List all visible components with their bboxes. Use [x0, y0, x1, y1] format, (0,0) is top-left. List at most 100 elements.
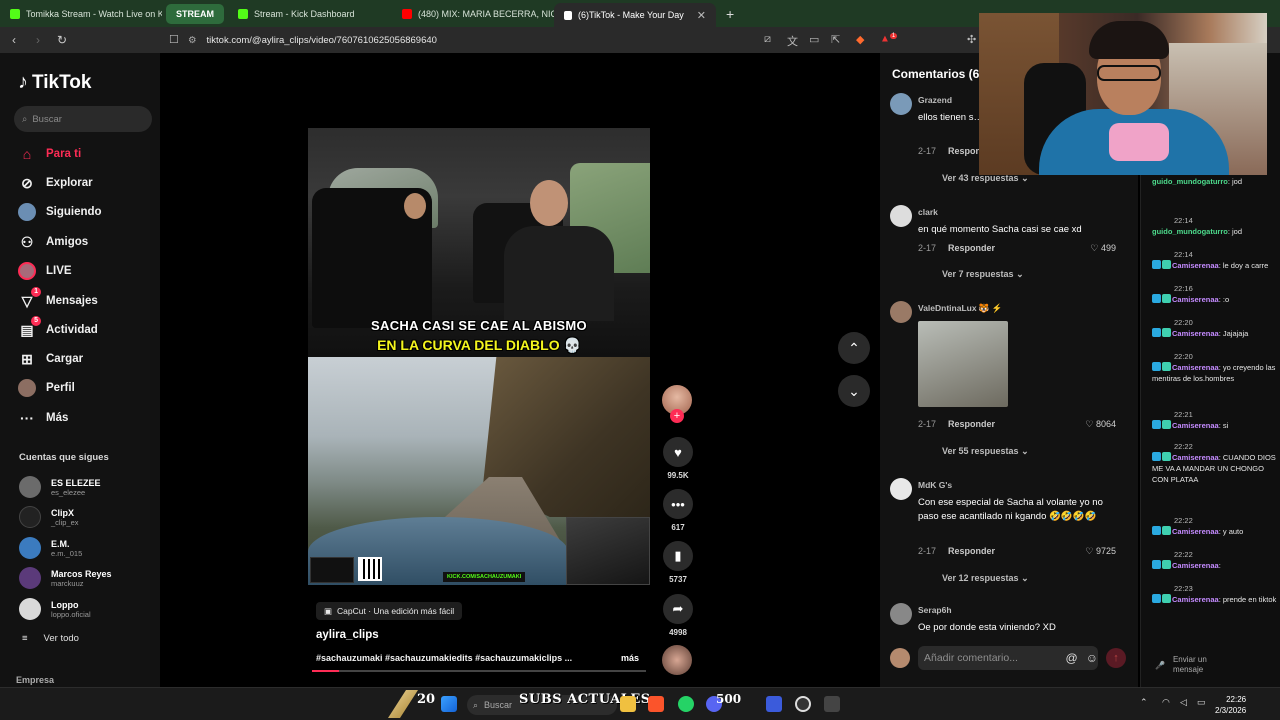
capcut-tag[interactable]: ▣ CapCut · Una edición más fácil — [316, 602, 463, 620]
avatar[interactable] — [890, 93, 912, 115]
comment-icon[interactable]: ••• — [663, 489, 693, 519]
nav-explorar[interactable]: ⊘ Explorar — [18, 174, 93, 192]
see-all-link[interactable]: ≡ Ver todo — [22, 633, 79, 644]
music-disc-icon[interactable] — [662, 645, 692, 675]
like-action[interactable]: ♥ 99.5K — [661, 437, 695, 480]
comment-user[interactable]: Grazend — [918, 95, 952, 105]
more-description-link[interactable]: más — [621, 653, 639, 663]
app-icon[interactable] — [824, 696, 840, 712]
windows-start-icon[interactable] — [441, 696, 457, 712]
chat-input-row[interactable]: 🎤 Enviar un mensaje — [1155, 650, 1271, 680]
video-hashtags[interactable]: #sachauzumaki #sachauzumakiedits #sachau… — [316, 653, 572, 663]
chat-username[interactable]: Camiserenaa — [1172, 363, 1219, 372]
chat-username[interactable]: Camiserenaa — [1172, 561, 1219, 570]
video-author[interactable]: aylira_clips — [316, 629, 379, 641]
new-tab-button[interactable]: + — [716, 6, 744, 22]
avatar[interactable] — [890, 205, 912, 227]
tab-youtube-mix[interactable]: (480) MIX: MARIA BECERRA, NICKI NICOLE — [392, 0, 554, 27]
chat-username[interactable]: Camiserenaa — [1172, 421, 1219, 430]
avatar[interactable] — [890, 301, 912, 323]
chat-username[interactable]: Camiserenaa — [1172, 329, 1219, 338]
comment-user[interactable]: MdK G's — [918, 480, 952, 490]
comment-sticker-image[interactable] — [918, 321, 1008, 407]
forward-icon[interactable]: › — [28, 33, 48, 47]
heart-icon[interactable]: ♥ — [663, 437, 693, 467]
following-account[interactable]: E.M. e.m._015 — [19, 537, 82, 559]
footer-empresa[interactable]: Empresa — [16, 675, 54, 685]
battery-icon[interactable]: ▭ — [1197, 697, 1206, 708]
chat-username[interactable]: Camiserenaa — [1172, 595, 1219, 604]
nav-para-ti[interactable]: ⌂ Para ti — [18, 145, 81, 163]
brave-shield-icon[interactable]: ◆ — [856, 33, 864, 46]
chat-username[interactable]: guido_mundogaturro — [1152, 227, 1228, 236]
obs-icon[interactable] — [795, 696, 811, 712]
share-arrow-icon[interactable]: ➦ — [663, 594, 693, 624]
reply-button[interactable]: Responder — [948, 243, 995, 253]
comment-user[interactable]: Serap6h — [918, 605, 952, 615]
nav-mensajes[interactable]: ▽ 1 Mensajes — [18, 287, 98, 310]
comment-user[interactable]: clark — [918, 207, 938, 217]
chat-username[interactable]: Camiserenaa — [1172, 453, 1219, 462]
site-info-icon[interactable]: ⚙ — [188, 35, 197, 46]
chat-username[interactable]: guido_mundogaturro — [1152, 177, 1228, 186]
reply-button[interactable]: Responder — [948, 419, 995, 429]
address-bar[interactable]: ⚙ tiktok.com/@aylira_clips/video/7607610… — [188, 31, 968, 49]
nav-live[interactable]: LIVE — [18, 262, 72, 280]
video-progress-bar[interactable] — [312, 670, 646, 672]
send-comment-button[interactable]: ↑ — [1106, 648, 1126, 668]
mention-icon[interactable]: @ — [1066, 651, 1078, 665]
nav-amigos[interactable]: ⚇ Amigos — [18, 233, 88, 251]
following-account[interactable]: Marcos Reyes marckuuz — [19, 567, 112, 589]
tab-group-stream[interactable]: STREAM — [166, 3, 224, 24]
comment-user[interactable]: ValeDntinaLux 🐯 ⚡ — [918, 303, 1002, 314]
reload-icon[interactable]: ↻ — [52, 33, 72, 47]
avatar[interactable] — [890, 603, 912, 625]
comment-like[interactable]: ♡ 499 — [1090, 243, 1116, 254]
chat-username[interactable]: Camiserenaa — [1172, 295, 1219, 304]
following-account[interactable]: Loppo loppo.oficial — [19, 598, 91, 620]
comment-like[interactable]: ♡ 9725 — [1085, 546, 1116, 557]
save-action[interactable]: ▮ 5737 — [661, 541, 695, 584]
previous-video-button[interactable]: ⌃ — [838, 332, 870, 364]
taskbar-clock[interactable]: 22:26 2/3/2026 — [1215, 694, 1246, 716]
avatar[interactable] — [890, 478, 912, 500]
extensions-icon[interactable]: ✣ — [967, 33, 976, 46]
share-icon[interactable]: ⇱ — [831, 33, 840, 46]
microphone-icon[interactable]: 🎤 — [1155, 661, 1165, 670]
following-account[interactable]: ES ELEZEE es_elezee — [19, 476, 101, 498]
chevron-up-icon[interactable]: ⌃ — [1140, 697, 1148, 708]
next-video-button[interactable]: ⌄ — [838, 375, 870, 407]
comment-input[interactable]: Añadir comentario... @ ☺ — [918, 646, 1098, 670]
rewards-icon[interactable]: ▲ 1 — [880, 33, 898, 44]
back-icon[interactable]: ‹ — [4, 33, 24, 47]
app-icon[interactable] — [766, 696, 782, 712]
media-icon[interactable]: ⧄ — [764, 33, 771, 46]
nav-mas[interactable]: ··· Más — [18, 409, 68, 427]
view-replies-link[interactable]: Ver 7 respuestas ⌄ — [942, 269, 1024, 280]
following-account[interactable]: ClipX _clip_ex — [19, 506, 79, 528]
search-input[interactable]: ⌕ Buscar — [14, 106, 152, 132]
emoji-icon[interactable]: ☺ — [1086, 651, 1098, 665]
volume-icon[interactable]: ◁ — [1180, 697, 1187, 708]
chat-username[interactable]: Camiserenaa — [1172, 261, 1219, 270]
cast-icon[interactable]: ▭ — [809, 33, 819, 46]
tab-kick-stream[interactable]: Tomikka Stream - Watch Live on Kick — [0, 0, 162, 27]
translate-icon[interactable]: 文 — [787, 33, 798, 49]
comment-action[interactable]: ••• 617 — [661, 489, 695, 532]
video-player[interactable]: SACHA CASI SE CAE AL ABISMO EN LA CURVA … — [308, 128, 650, 585]
view-replies-link[interactable]: Ver 55 respuestas ⌄ — [942, 446, 1029, 457]
chat-username[interactable]: Camiserenaa — [1172, 527, 1219, 536]
bookmark-icon[interactable]: ▮ — [663, 541, 693, 571]
comment-like[interactable]: ♡ 8064 — [1085, 419, 1116, 430]
follow-plus-button[interactable]: + — [670, 409, 684, 423]
share-action[interactable]: ➦ 4998 — [661, 594, 695, 637]
tiktok-logo[interactable]: ♪ TikTok — [18, 71, 91, 94]
nav-siguiendo[interactable]: Siguiendo — [18, 203, 102, 221]
bookmark-icon[interactable]: ☐ — [169, 33, 179, 46]
file-explorer-icon[interactable] — [620, 696, 636, 712]
nav-cargar[interactable]: ⊞ Cargar — [18, 350, 83, 368]
reply-button[interactable]: Responder — [948, 546, 995, 556]
wifi-icon[interactable]: ◠ — [1162, 697, 1170, 708]
nav-actividad[interactable]: ▤ 5 Actividad — [18, 316, 98, 339]
close-tab-icon[interactable]: ✕ — [697, 9, 706, 22]
